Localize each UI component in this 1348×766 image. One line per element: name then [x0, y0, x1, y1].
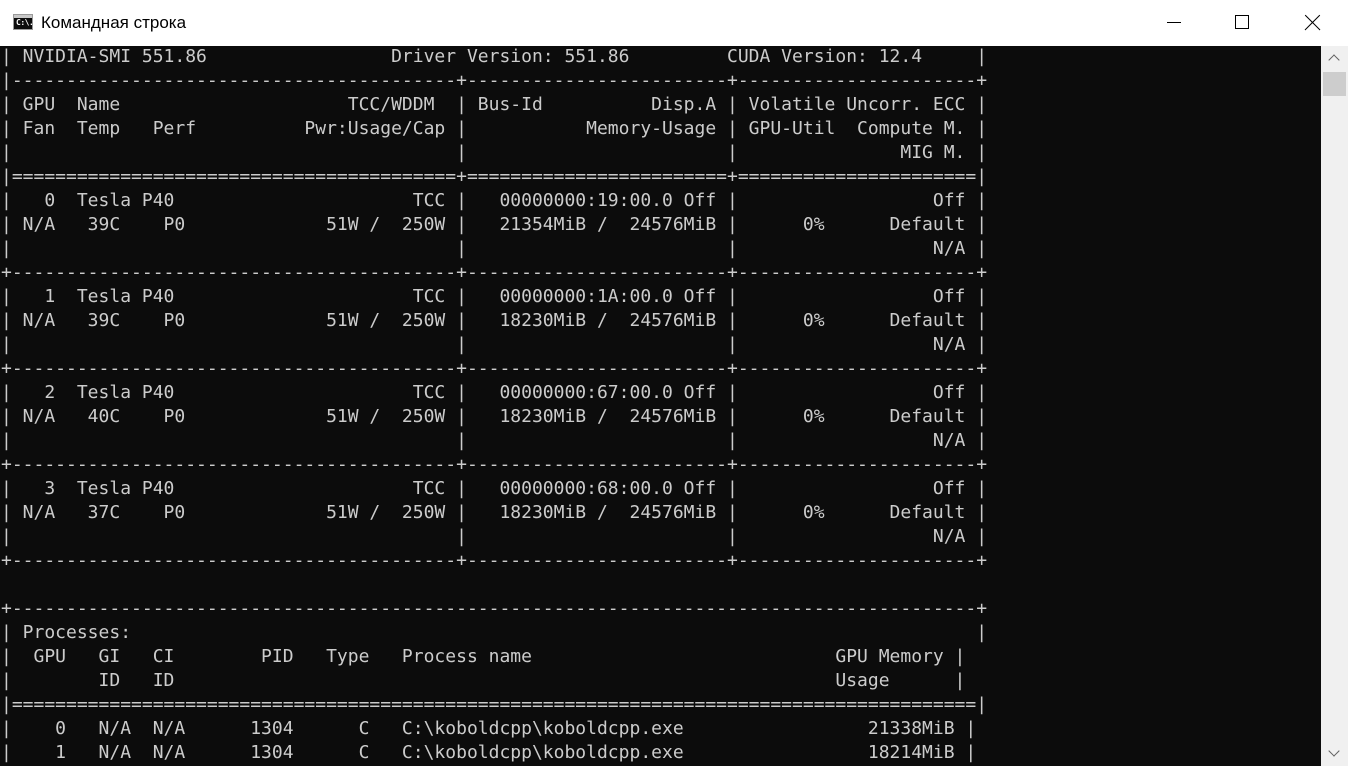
scroll-down-button[interactable]	[1321, 742, 1348, 766]
title-bar[interactable]: C:\. Командная строка	[0, 0, 1348, 47]
console-line: | | | MIG M. |	[1, 142, 988, 163]
console-line: +---------------------------------------…	[1, 262, 988, 283]
console-line: +---------------------------------------…	[1, 454, 988, 475]
chevron-down-icon	[1328, 745, 1340, 757]
console-line: |=======================================…	[1, 166, 988, 187]
console-app-icon[interactable]: C:\.	[13, 14, 33, 30]
console-line: | N/A 37C P0 51W / 250W | 18230MiB / 245…	[1, 502, 988, 523]
close-button[interactable]	[1289, 0, 1335, 46]
console-line: | N/A 39C P0 51W / 250W | 21354MiB / 245…	[1, 214, 988, 235]
close-icon	[1304, 15, 1320, 31]
console-line: | | | N/A |	[1, 238, 988, 259]
console-line: | 2 Tesla P40 TCC | 00000000:67:00.0 Off…	[1, 382, 988, 403]
console-line: | | | N/A |	[1, 526, 988, 547]
vertical-scrollbar[interactable]	[1321, 46, 1348, 766]
console-app-icon-text: C:\.	[16, 18, 33, 27]
console-line: | | | N/A |	[1, 430, 988, 451]
console-line: | | | N/A |	[1, 334, 988, 355]
console-line: | 1 N/A N/A 1304 C C:\koboldcpp\koboldcp…	[1, 742, 977, 763]
console-line: | 3 Tesla P40 TCC | 00000000:68:00.0 Off…	[1, 478, 988, 499]
console-window: C:\. Командная строка | NVIDIA-SMI 551.8…	[0, 0, 1348, 766]
maximize-icon	[1235, 15, 1249, 29]
console-line: |---------------------------------------…	[1, 70, 988, 91]
console-line: |=======================================…	[1, 694, 988, 715]
console-line: | N/A 39C P0 51W / 250W | 18230MiB / 245…	[1, 310, 988, 331]
window-title: Командная строка	[41, 13, 187, 32]
scroll-thumb[interactable]	[1323, 72, 1346, 96]
chevron-up-icon	[1328, 54, 1340, 66]
console-line: +---------------------------------------…	[1, 598, 988, 619]
console-line: | Fan Temp Perf Pwr:Usage/Cap | Memory-U…	[1, 118, 988, 139]
console-line: +---------------------------------------…	[1, 358, 988, 379]
scroll-up-button[interactable]	[1321, 46, 1348, 70]
console-line: | 1 Tesla P40 TCC | 00000000:1A:00.0 Off…	[1, 286, 988, 307]
minimize-button[interactable]	[1151, 0, 1197, 46]
console-line: | ID ID Usage |	[1, 670, 966, 691]
console-line: | 0 Tesla P40 TCC | 00000000:19:00.0 Off…	[1, 190, 988, 211]
console-line: | GPU Name TCC/WDDM | Bus-Id Disp.A | Vo…	[1, 94, 988, 115]
console-line: | GPU GI CI PID Type Process name GPU Me…	[1, 646, 966, 667]
console-line: | N/A 40C P0 51W / 250W | 18230MiB / 245…	[1, 406, 988, 427]
console-line: | NVIDIA-SMI 551.86 Driver Version: 551.…	[1, 46, 988, 67]
console-line: +---------------------------------------…	[1, 550, 988, 571]
console-line: | 0 N/A N/A 1304 C C:\koboldcpp\koboldcp…	[1, 718, 977, 739]
minimize-icon	[1167, 22, 1181, 23]
console-output-area[interactable]: | NVIDIA-SMI 551.86 Driver Version: 551.…	[0, 46, 1321, 766]
console-line: | Processes: |	[1, 622, 988, 643]
console-text: | NVIDIA-SMI 551.86 Driver Version: 551.…	[1, 46, 987, 765]
maximize-button[interactable]	[1219, 0, 1265, 46]
